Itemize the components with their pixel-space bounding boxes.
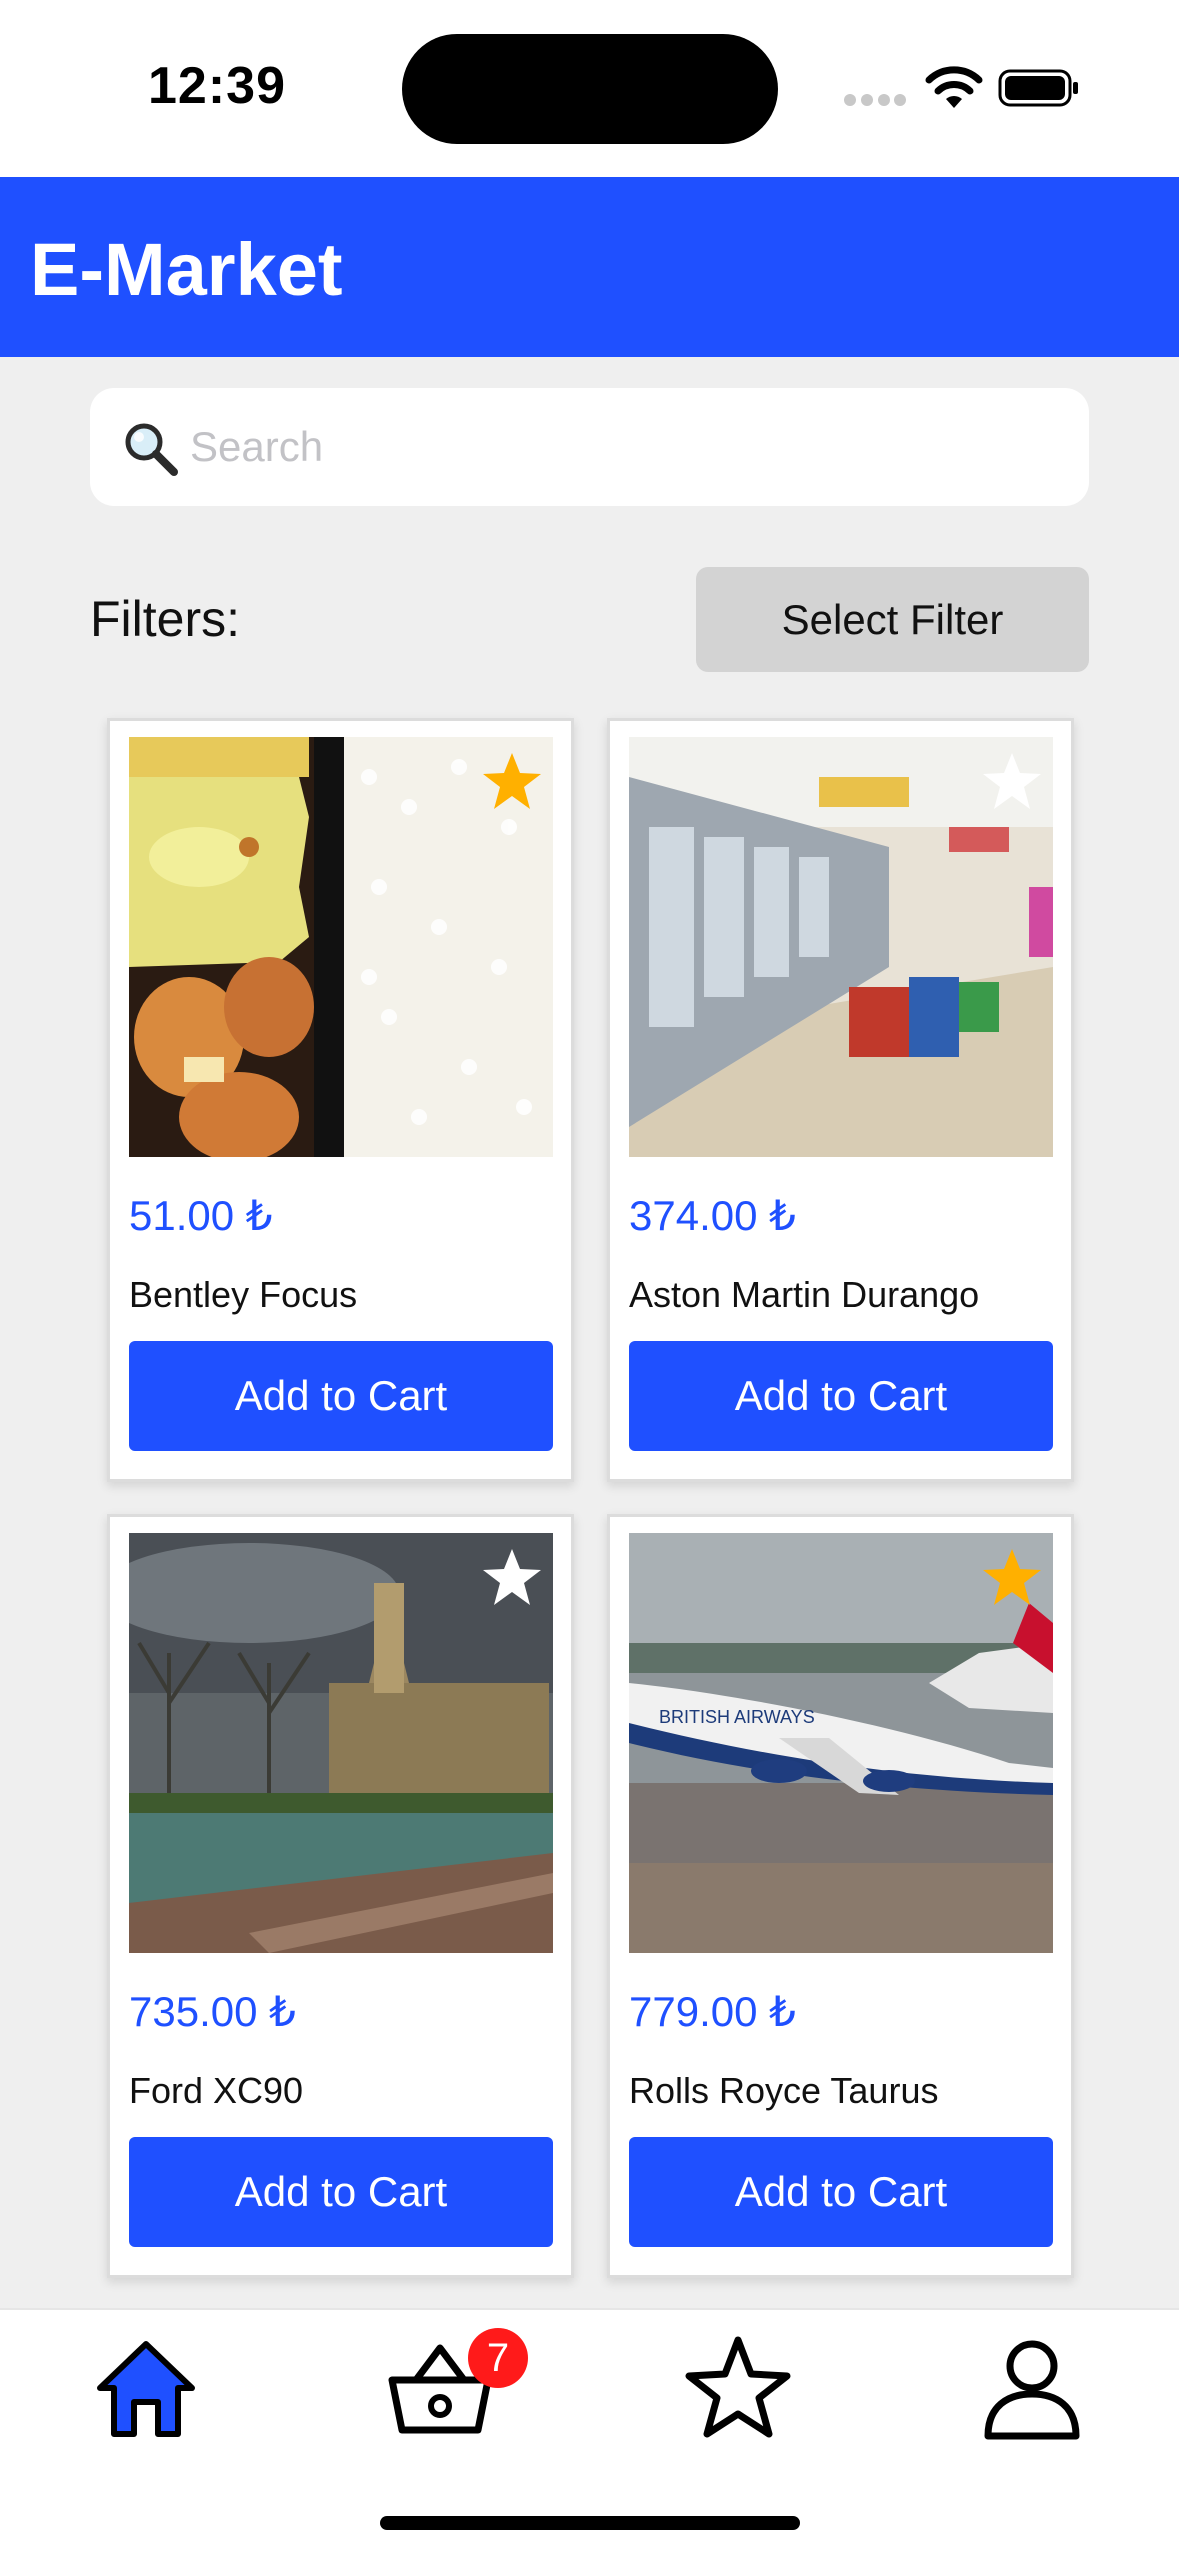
add-to-cart-button[interactable]: Add to Cart [629, 2137, 1053, 2247]
favorite-star-icon[interactable] [979, 749, 1045, 815]
star-icon[interactable] [678, 2330, 798, 2450]
product-grid: 51.00 ₺ Bentley Focus Add to Cart 374.00… [0, 0, 1179, 2300]
product-image [629, 737, 1053, 1157]
product-card[interactable]: 374.00 ₺ Aston Martin Durango Add to Car… [607, 718, 1074, 1482]
home-icon[interactable] [86, 2330, 206, 2450]
product-price: 51.00 ₺ [129, 1192, 273, 1239]
product-name: Ford XC90 [129, 2070, 304, 2111]
product-image [129, 1533, 553, 1953]
svg-text:BRITISH AIRWAYS: BRITISH AIRWAYS [659, 1707, 815, 1727]
product-card[interactable]: BRITISH AIRWAYS 779.00 ₺ Rolls Royce Tau… [607, 1514, 1074, 2278]
favorite-star-icon[interactable] [479, 1545, 545, 1611]
cart-count-badge: 7 [468, 2328, 528, 2388]
favorite-star-icon[interactable] [979, 1545, 1045, 1611]
home-indicator[interactable] [380, 2516, 800, 2530]
add-to-cart-button[interactable]: Add to Cart [129, 1341, 553, 1451]
profile-icon[interactable] [972, 2330, 1092, 2450]
product-image: BRITISH AIRWAYS [629, 1533, 1053, 1953]
favorite-star-icon[interactable] [479, 749, 545, 815]
product-price: 779.00 ₺ [629, 1988, 796, 2035]
product-card[interactable]: 51.00 ₺ Bentley Focus Add to Cart [107, 718, 574, 1482]
product-image [129, 737, 553, 1157]
product-name: Rolls Royce Taurus [629, 2070, 939, 2111]
product-name: Bentley Focus [129, 1274, 358, 1315]
product-price: 735.00 ₺ [129, 1988, 296, 2035]
product-card[interactable]: 735.00 ₺ Ford XC90 Add to Cart [107, 1514, 574, 2278]
add-to-cart-button[interactable]: Add to Cart [629, 1341, 1053, 1451]
product-name: Aston Martin Durango [629, 1274, 980, 1315]
product-price: 374.00 ₺ [629, 1192, 796, 1239]
add-to-cart-button[interactable]: Add to Cart [129, 2137, 553, 2247]
